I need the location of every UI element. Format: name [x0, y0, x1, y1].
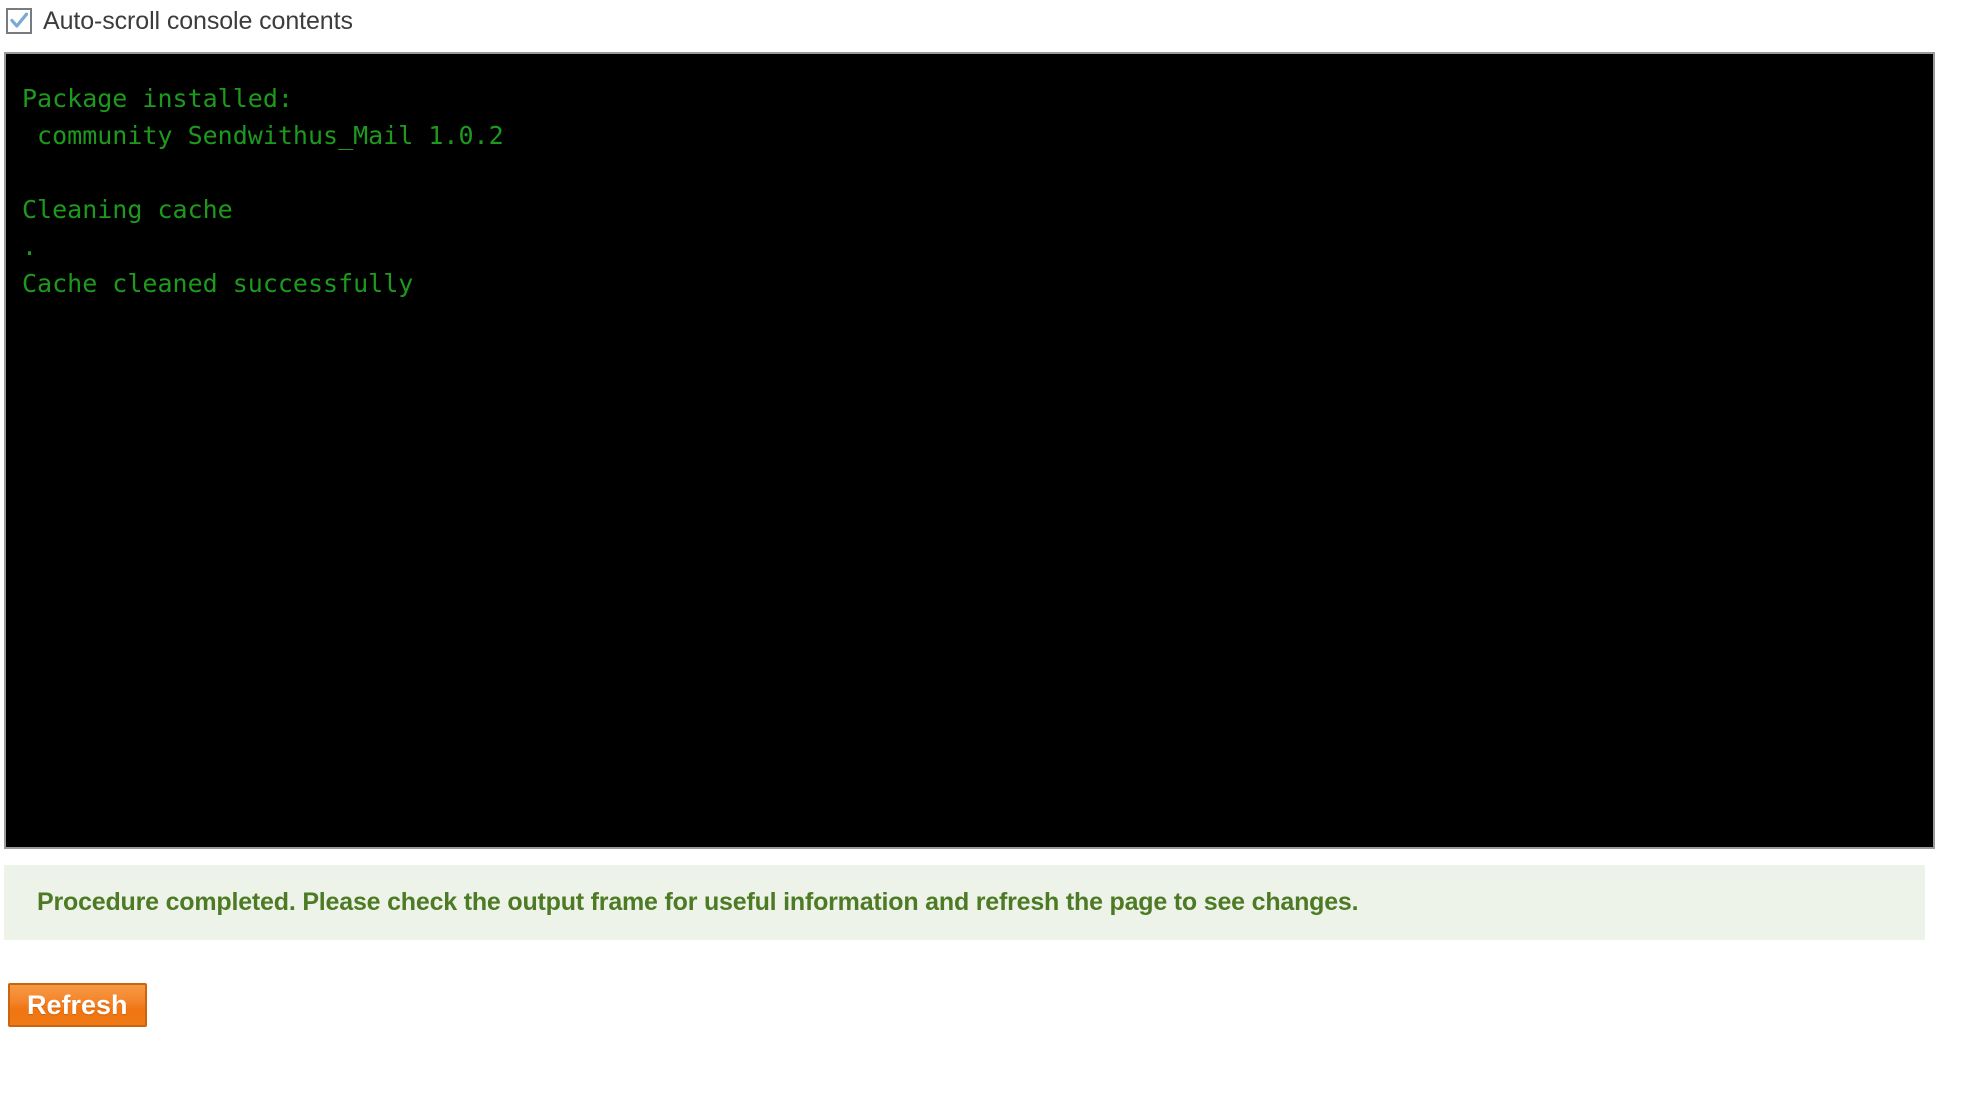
- checkmark-icon: [10, 12, 29, 28]
- status-message-text: Procedure completed. Please check the ou…: [37, 888, 1359, 916]
- console-output-text: Package installed: community Sendwithus_…: [22, 84, 504, 298]
- refresh-button[interactable]: Refresh: [8, 983, 147, 1027]
- autoscroll-checkbox[interactable]: [6, 8, 32, 34]
- status-message-banner: Procedure completed. Please check the ou…: [4, 865, 1925, 940]
- console-output-frame[interactable]: Package installed: community Sendwithus_…: [4, 52, 1935, 849]
- autoscroll-row[interactable]: Auto-scroll console contents: [0, 0, 353, 42]
- autoscroll-label: Auto-scroll console contents: [43, 6, 353, 35]
